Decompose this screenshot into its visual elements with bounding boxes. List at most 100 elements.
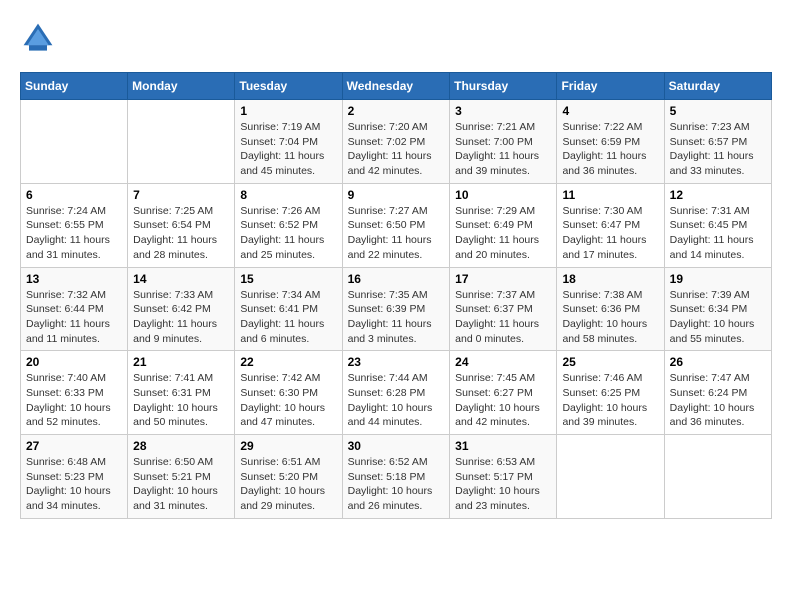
day-info: Sunrise: 6:51 AM Sunset: 5:20 PM Dayligh…: [240, 455, 336, 514]
sunrise-text: Sunrise: 7:24 AM: [26, 205, 106, 217]
day-info: Sunrise: 6:50 AM Sunset: 5:21 PM Dayligh…: [133, 455, 229, 514]
sunset-text: Sunset: 6:37 PM: [455, 303, 533, 315]
logo: [20, 20, 62, 56]
daylight-text: Daylight: 11 hours and 31 minutes.: [26, 234, 110, 261]
calendar-cell: 14 Sunrise: 7:33 AM Sunset: 6:42 PM Dayl…: [128, 267, 235, 351]
day-number: 28: [133, 439, 229, 453]
day-info: Sunrise: 7:19 AM Sunset: 7:04 PM Dayligh…: [240, 120, 336, 179]
calendar-cell: 8 Sunrise: 7:26 AM Sunset: 6:52 PM Dayli…: [235, 183, 342, 267]
calendar-cell: [21, 100, 128, 184]
sunrise-text: Sunrise: 7:21 AM: [455, 121, 535, 133]
sunset-text: Sunset: 6:30 PM: [240, 387, 318, 399]
day-info: Sunrise: 7:24 AM Sunset: 6:55 PM Dayligh…: [26, 204, 122, 263]
sunset-text: Sunset: 6:33 PM: [26, 387, 104, 399]
day-number: 6: [26, 188, 122, 202]
calendar-cell: [128, 100, 235, 184]
sunset-text: Sunset: 6:42 PM: [133, 303, 211, 315]
calendar-week-row: 20 Sunrise: 7:40 AM Sunset: 6:33 PM Dayl…: [21, 351, 772, 435]
daylight-text: Daylight: 11 hours and 22 minutes.: [348, 234, 432, 261]
calendar-cell: [664, 435, 771, 519]
sunset-text: Sunset: 6:47 PM: [562, 219, 640, 231]
day-number: 1: [240, 104, 336, 118]
day-info: Sunrise: 7:35 AM Sunset: 6:39 PM Dayligh…: [348, 288, 445, 347]
sunset-text: Sunset: 7:02 PM: [348, 136, 426, 148]
day-number: 13: [26, 272, 122, 286]
sunrise-text: Sunrise: 7:22 AM: [562, 121, 642, 133]
calendar-cell: 31 Sunrise: 6:53 AM Sunset: 5:17 PM Dayl…: [450, 435, 557, 519]
sunrise-text: Sunrise: 6:50 AM: [133, 456, 213, 468]
sunrise-text: Sunrise: 6:53 AM: [455, 456, 535, 468]
calendar-day-header: Sunday: [21, 73, 128, 100]
calendar-cell: 28 Sunrise: 6:50 AM Sunset: 5:21 PM Dayl…: [128, 435, 235, 519]
calendar-cell: [557, 435, 664, 519]
day-number: 4: [562, 104, 658, 118]
daylight-text: Daylight: 10 hours and 36 minutes.: [670, 402, 755, 429]
sunrise-text: Sunrise: 7:31 AM: [670, 205, 750, 217]
day-info: Sunrise: 6:48 AM Sunset: 5:23 PM Dayligh…: [26, 455, 122, 514]
sunrise-text: Sunrise: 7:37 AM: [455, 289, 535, 301]
calendar-week-row: 1 Sunrise: 7:19 AM Sunset: 7:04 PM Dayli…: [21, 100, 772, 184]
day-number: 22: [240, 355, 336, 369]
sunset-text: Sunset: 6:41 PM: [240, 303, 318, 315]
day-number: 20: [26, 355, 122, 369]
sunrise-text: Sunrise: 7:19 AM: [240, 121, 320, 133]
calendar-cell: 15 Sunrise: 7:34 AM Sunset: 6:41 PM Dayl…: [235, 267, 342, 351]
sunrise-text: Sunrise: 7:32 AM: [26, 289, 106, 301]
daylight-text: Daylight: 11 hours and 3 minutes.: [348, 318, 432, 345]
day-number: 17: [455, 272, 551, 286]
daylight-text: Daylight: 10 hours and 23 minutes.: [455, 485, 540, 512]
calendar-cell: 3 Sunrise: 7:21 AM Sunset: 7:00 PM Dayli…: [450, 100, 557, 184]
day-info: Sunrise: 7:27 AM Sunset: 6:50 PM Dayligh…: [348, 204, 445, 263]
sunrise-text: Sunrise: 7:44 AM: [348, 372, 428, 384]
daylight-text: Daylight: 11 hours and 42 minutes.: [348, 150, 432, 177]
sunset-text: Sunset: 5:21 PM: [133, 471, 211, 483]
day-info: Sunrise: 6:53 AM Sunset: 5:17 PM Dayligh…: [455, 455, 551, 514]
sunset-text: Sunset: 6:34 PM: [670, 303, 748, 315]
calendar-cell: 13 Sunrise: 7:32 AM Sunset: 6:44 PM Dayl…: [21, 267, 128, 351]
sunrise-text: Sunrise: 7:35 AM: [348, 289, 428, 301]
day-number: 24: [455, 355, 551, 369]
day-info: Sunrise: 7:33 AM Sunset: 6:42 PM Dayligh…: [133, 288, 229, 347]
calendar-body: 1 Sunrise: 7:19 AM Sunset: 7:04 PM Dayli…: [21, 100, 772, 519]
sunrise-text: Sunrise: 7:42 AM: [240, 372, 320, 384]
calendar-cell: 23 Sunrise: 7:44 AM Sunset: 6:28 PM Dayl…: [342, 351, 450, 435]
calendar-week-row: 27 Sunrise: 6:48 AM Sunset: 5:23 PM Dayl…: [21, 435, 772, 519]
day-number: 31: [455, 439, 551, 453]
sunset-text: Sunset: 6:59 PM: [562, 136, 640, 148]
daylight-text: Daylight: 11 hours and 45 minutes.: [240, 150, 324, 177]
sunset-text: Sunset: 6:39 PM: [348, 303, 426, 315]
sunset-text: Sunset: 6:44 PM: [26, 303, 104, 315]
day-number: 9: [348, 188, 445, 202]
day-info: Sunrise: 7:25 AM Sunset: 6:54 PM Dayligh…: [133, 204, 229, 263]
sunrise-text: Sunrise: 7:45 AM: [455, 372, 535, 384]
sunrise-text: Sunrise: 6:48 AM: [26, 456, 106, 468]
day-number: 15: [240, 272, 336, 286]
sunset-text: Sunset: 6:54 PM: [133, 219, 211, 231]
sunrise-text: Sunrise: 7:34 AM: [240, 289, 320, 301]
sunset-text: Sunset: 6:27 PM: [455, 387, 533, 399]
day-info: Sunrise: 7:41 AM Sunset: 6:31 PM Dayligh…: [133, 371, 229, 430]
daylight-text: Daylight: 10 hours and 44 minutes.: [348, 402, 433, 429]
day-number: 2: [348, 104, 445, 118]
sunrise-text: Sunrise: 7:30 AM: [562, 205, 642, 217]
day-info: Sunrise: 7:22 AM Sunset: 6:59 PM Dayligh…: [562, 120, 658, 179]
sunrise-text: Sunrise: 7:26 AM: [240, 205, 320, 217]
sunset-text: Sunset: 6:25 PM: [562, 387, 640, 399]
calendar-cell: 7 Sunrise: 7:25 AM Sunset: 6:54 PM Dayli…: [128, 183, 235, 267]
logo-icon: [20, 20, 56, 56]
sunset-text: Sunset: 6:45 PM: [670, 219, 748, 231]
sunset-text: Sunset: 5:17 PM: [455, 471, 533, 483]
calendar-cell: 17 Sunrise: 7:37 AM Sunset: 6:37 PM Dayl…: [450, 267, 557, 351]
calendar-cell: 22 Sunrise: 7:42 AM Sunset: 6:30 PM Dayl…: [235, 351, 342, 435]
daylight-text: Daylight: 11 hours and 11 minutes.: [26, 318, 110, 345]
sunset-text: Sunset: 6:57 PM: [670, 136, 748, 148]
day-info: Sunrise: 7:45 AM Sunset: 6:27 PM Dayligh…: [455, 371, 551, 430]
calendar-cell: 30 Sunrise: 6:52 AM Sunset: 5:18 PM Dayl…: [342, 435, 450, 519]
day-info: Sunrise: 7:21 AM Sunset: 7:00 PM Dayligh…: [455, 120, 551, 179]
calendar-day-header: Wednesday: [342, 73, 450, 100]
daylight-text: Daylight: 10 hours and 26 minutes.: [348, 485, 433, 512]
day-info: Sunrise: 7:38 AM Sunset: 6:36 PM Dayligh…: [562, 288, 658, 347]
calendar-cell: 20 Sunrise: 7:40 AM Sunset: 6:33 PM Dayl…: [21, 351, 128, 435]
calendar-cell: 26 Sunrise: 7:47 AM Sunset: 6:24 PM Dayl…: [664, 351, 771, 435]
day-number: 26: [670, 355, 766, 369]
